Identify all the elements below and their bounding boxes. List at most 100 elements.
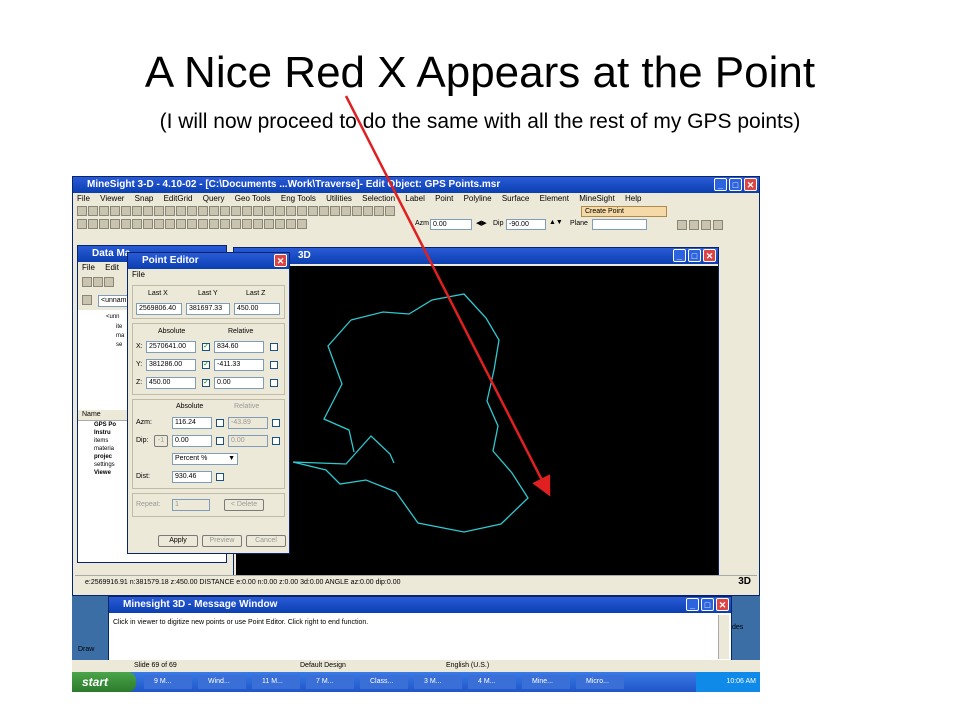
close-icon[interactable]: ✕	[744, 178, 757, 191]
message-scrollbar[interactable]	[718, 615, 729, 659]
viewer-canvas[interactable]	[236, 266, 718, 576]
stack-icon[interactable]	[374, 206, 384, 216]
menu-file[interactable]: File	[77, 194, 90, 203]
minimize-icon[interactable]: _	[714, 178, 727, 191]
menu-snap[interactable]: Snap	[135, 194, 154, 203]
taskbar-item[interactable]: 7 M...	[306, 675, 354, 689]
copy-icon[interactable]	[176, 206, 186, 216]
azm-absolute-field[interactable]: 116.24	[172, 417, 212, 429]
zoom-in-icon[interactable]	[77, 219, 87, 229]
menu-point[interactable]: Point	[435, 194, 453, 203]
undo-icon[interactable]	[132, 206, 142, 216]
message-window-titlebar[interactable]: Minesight 3D - Message Window _ □ ✕	[109, 597, 731, 613]
point-editor-titlebar[interactable]: Point Editor ✕	[128, 253, 289, 269]
link-icon[interactable]	[93, 277, 103, 287]
pe-menu-file[interactable]: File	[132, 270, 145, 279]
graph-icon[interactable]	[209, 206, 219, 216]
pencil-icon[interactable]	[242, 206, 252, 216]
azm-field[interactable]: 0.00	[430, 219, 472, 230]
y-absolute-field[interactable]: 381286.00	[146, 359, 196, 371]
layout-icon-1[interactable]	[677, 220, 687, 230]
x-relative-checkbox[interactable]	[270, 343, 278, 351]
menu-minesight[interactable]: MineSight	[579, 194, 615, 203]
msg-close-icon[interactable]: ✕	[716, 598, 729, 611]
ban-icon[interactable]	[286, 206, 296, 216]
image-icon[interactable]	[308, 206, 318, 216]
x-relative-field[interactable]: 834.60	[214, 341, 264, 353]
light-icon[interactable]	[253, 219, 263, 229]
viewer-close-icon[interactable]: ✕	[703, 249, 716, 262]
flag-icon[interactable]	[297, 219, 307, 229]
zoom-window-icon[interactable]	[110, 219, 120, 229]
shield-icon[interactable]	[231, 206, 241, 216]
dip-field[interactable]: -90.00	[506, 219, 546, 230]
cube-icon[interactable]	[220, 219, 230, 229]
label-icon[interactable]	[253, 206, 263, 216]
taskbar-item[interactable]: 9 M...	[144, 675, 192, 689]
menu-geo-tools[interactable]: Geo Tools	[235, 194, 271, 203]
folder-up-icon[interactable]	[82, 295, 92, 305]
wand-icon[interactable]	[110, 206, 120, 216]
z-lock-checkbox[interactable]: ✓	[202, 379, 210, 387]
dist-field[interactable]: 930.46	[172, 471, 212, 483]
taskbar-item[interactable]: Wind...	[198, 675, 246, 689]
box-icon[interactable]	[341, 206, 351, 216]
taskbar-item[interactable]: 3 M...	[414, 675, 462, 689]
play-controls-icon[interactable]: ◀▶	[476, 219, 487, 227]
delete-icon[interactable]	[165, 206, 175, 216]
globe-icon[interactable]	[187, 219, 197, 229]
dot-icon[interactable]	[231, 219, 241, 229]
menu-utilities[interactable]: Utilities	[326, 194, 352, 203]
taskbar-item[interactable]: 11 M...	[252, 675, 300, 689]
paste-icon[interactable]	[187, 206, 197, 216]
maximize-icon[interactable]: □	[729, 178, 742, 191]
sheet-icon[interactable]	[385, 206, 395, 216]
plane-field[interactable]	[592, 219, 647, 230]
msg-minimize-icon[interactable]: _	[686, 598, 699, 611]
table-icon[interactable]	[330, 206, 340, 216]
layout-icon-2[interactable]	[689, 220, 699, 230]
azm-relative-checkbox[interactable]	[272, 419, 280, 427]
dist-checkbox[interactable]	[216, 473, 224, 481]
azm-checkbox[interactable]	[216, 419, 224, 427]
taskbar-item[interactable]: 4 M...	[468, 675, 516, 689]
taskbar-item[interactable]: Class...	[360, 675, 408, 689]
x-lock-checkbox[interactable]: ✓	[202, 343, 210, 351]
dm-path-field[interactable]: <unnam	[98, 295, 128, 307]
dip-stepper-icon[interactable]: ▲▼	[549, 219, 563, 226]
zoom-out-icon[interactable]	[88, 219, 98, 229]
menu-element[interactable]: Element	[540, 194, 569, 203]
tree-item[interactable]: <unn	[106, 314, 120, 320]
dip-absolute-field[interactable]: 0.00	[172, 435, 212, 447]
last-x-field[interactable]: 2569806.40	[136, 303, 182, 315]
preview-button[interactable]: Preview	[202, 535, 242, 547]
folder-icon[interactable]	[82, 277, 92, 287]
percent-select[interactable]: Percent % ▼	[172, 453, 238, 465]
dm-menu-file[interactable]: File	[82, 263, 95, 272]
viewer-minimize-icon[interactable]: _	[673, 249, 686, 262]
redo-icon[interactable]	[143, 206, 153, 216]
menu-editgrid[interactable]: EditGrid	[164, 194, 193, 203]
start-button[interactable]: start	[72, 672, 136, 692]
tree-item[interactable]: ite	[116, 324, 122, 330]
cancel-button[interactable]: Cancel	[246, 535, 286, 547]
menu-polyline[interactable]: Polyline	[464, 194, 492, 203]
new-icon[interactable]	[77, 206, 87, 216]
z-relative-checkbox[interactable]	[270, 379, 278, 387]
ppt-draw-menu[interactable]: Draw	[78, 646, 94, 653]
msg-maximize-icon[interactable]: □	[701, 598, 714, 611]
chart-icon[interactable]	[198, 206, 208, 216]
taskbar-item[interactable]: Mine...	[522, 675, 570, 689]
section-icon[interactable]	[154, 219, 164, 229]
menu-selection[interactable]: Selection	[362, 194, 395, 203]
move-icon[interactable]	[198, 219, 208, 229]
taskbar-item[interactable]: Micro...	[576, 675, 624, 689]
viewer-titlebar[interactable]: 3D _ □ ✕	[234, 248, 718, 264]
delete-button[interactable]: < Delete	[224, 499, 264, 511]
rotate-icon[interactable]	[121, 219, 131, 229]
x-absolute-field[interactable]: 2570641.00	[146, 341, 196, 353]
main-window-titlebar[interactable]: MineSight 3-D - 4.10-02 - [C:\Documents …	[73, 177, 759, 193]
heart-icon[interactable]	[104, 277, 114, 287]
save-icon[interactable]	[99, 206, 109, 216]
check-icon[interactable]	[264, 219, 274, 229]
